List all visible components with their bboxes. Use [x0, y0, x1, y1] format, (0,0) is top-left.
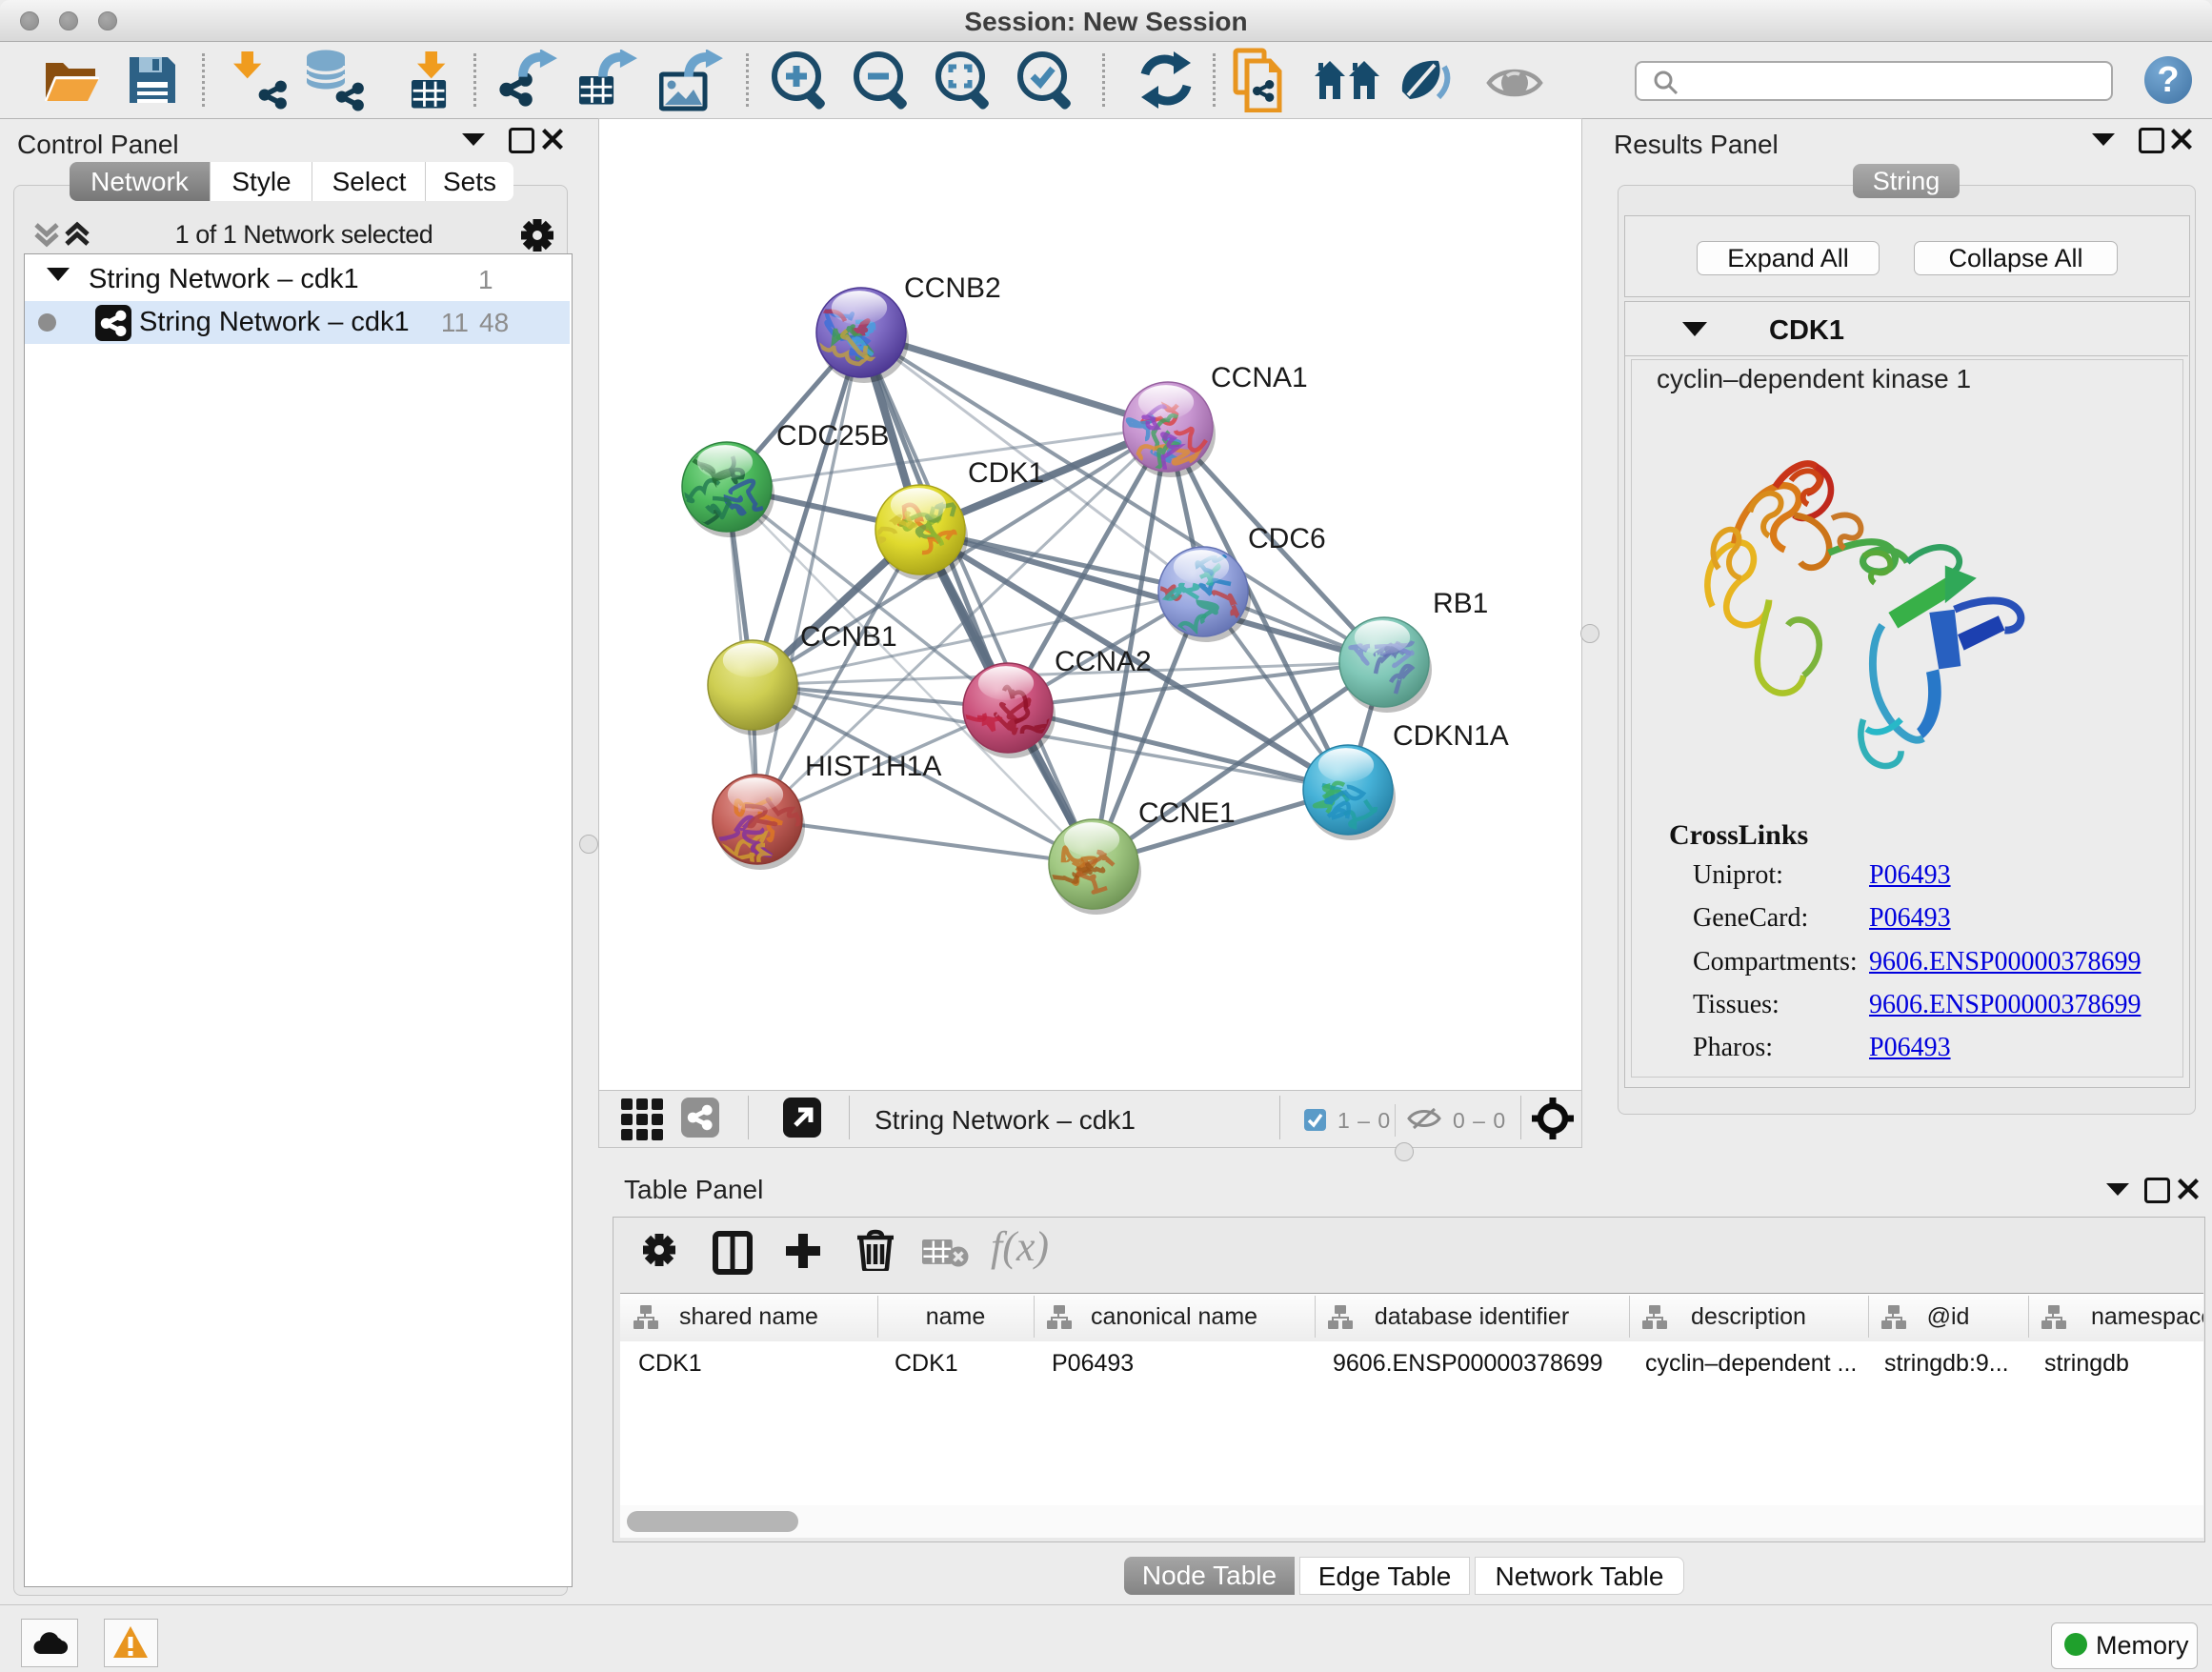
svg-text:CDC25B: CDC25B	[776, 420, 889, 452]
svg-text:CCNA2: CCNA2	[1055, 646, 1152, 677]
svg-text:CCNB2: CCNB2	[904, 272, 1001, 304]
svg-text:CDKN1A: CDKN1A	[1393, 720, 1509, 752]
svg-text:CDK1: CDK1	[968, 457, 1044, 489]
svg-text:HIST1H1A: HIST1H1A	[805, 751, 941, 782]
svg-text:RB1: RB1	[1433, 588, 1488, 619]
svg-text:CDC6: CDC6	[1248, 523, 1326, 554]
svg-text:CCNA1: CCNA1	[1211, 362, 1308, 393]
svg-text:CCNE1: CCNE1	[1138, 797, 1236, 829]
svg-text:CCNB1: CCNB1	[800, 621, 897, 653]
